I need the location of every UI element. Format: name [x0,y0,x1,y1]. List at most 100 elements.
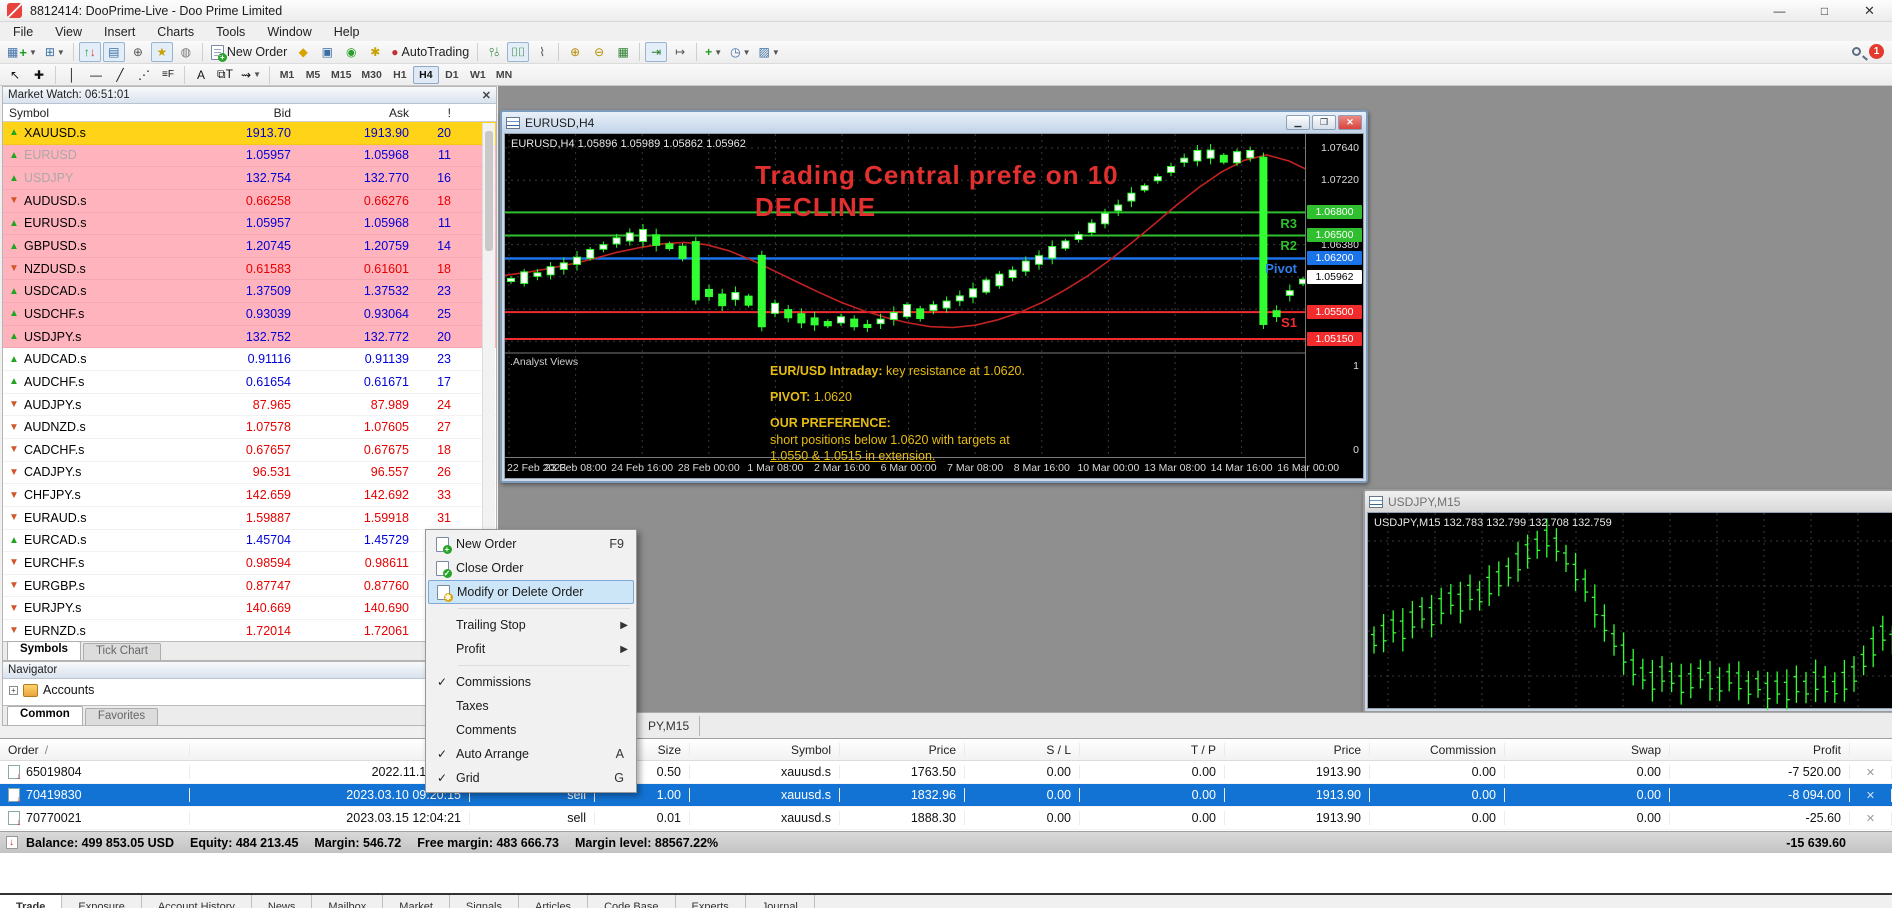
menu-item-grid[interactable]: ✓GridG [428,766,634,790]
line-chart-button[interactable]: ⌇ [531,42,553,62]
bottom-tab-code-base[interactable]: Code Base [588,895,675,908]
bottom-tab-news[interactable]: News [252,895,313,908]
market-watch-row[interactable]: ▼EURJPY.s140.669140.690 [3,597,496,620]
auto-scroll-button[interactable]: ⇥ [645,42,667,62]
terminal-toggle[interactable]: ★ [151,42,173,62]
market-watch-row[interactable]: ▲USDJPY132.754132.77016 [3,167,496,190]
window-minimize-button[interactable]: ▁ [1286,115,1310,130]
candlestick-button[interactable]: ⌷⌷ [507,42,529,62]
data-window-toggle[interactable]: ▤ [103,42,125,62]
market-watch-row[interactable]: ▲USDCAD.s1.375091.3753223 [3,280,496,303]
market-watch-row[interactable]: ▼EURNZD.s1.720141.72061 [3,620,496,643]
zoom-in-button[interactable]: ⊕ [564,42,586,62]
close-order-icon[interactable]: ✕ [1850,766,1892,779]
market-watch-row[interactable]: ▼CADCHF.s0.676570.6767518 [3,439,496,462]
menu-view[interactable]: View [44,23,93,41]
menu-item-auto-arrange[interactable]: ✓Auto ArrangeA [428,742,634,766]
column-price[interactable]: Price [840,743,965,757]
search-icon[interactable] [1852,47,1861,56]
column-price[interactable]: Price [1225,743,1370,757]
chart-window-titlebar[interactable]: EURUSD,H4 ▁ ❒ ✕ [502,112,1366,133]
expand-icon[interactable]: + [9,686,18,695]
close-order-icon[interactable]: ✕ [1850,789,1892,802]
market-watch-titlebar[interactable]: Market Watch: 06:51:01 ✕ [3,87,496,104]
bottom-tab-account-history[interactable]: Account History [142,895,252,908]
vertical-line-tool[interactable]: │ [61,65,83,85]
column-swap[interactable]: Swap [1505,743,1670,757]
market-watch-row[interactable]: ▼AUDJPY.s87.96587.98924 [3,394,496,417]
market-watch-row[interactable]: ▼EURGBP.s0.877470.87760 [3,575,496,598]
menu-tools[interactable]: Tools [205,23,256,41]
window-close-button[interactable]: ✕ [1338,115,1362,130]
column-spread[interactable]: ! [415,106,457,120]
tab-symbols[interactable]: Symbols [7,641,81,660]
column-tp[interactable]: T / P [1080,743,1225,757]
navigator-titlebar[interactable]: Navigator [3,662,496,679]
metaeditor-button[interactable]: ◆ [292,42,314,62]
timeframe-m30[interactable]: M30 [356,66,386,84]
text-tool[interactable]: A [190,65,212,85]
navigator-toggle[interactable]: ⊕ [127,42,149,62]
experts-button[interactable]: ▣ [316,42,338,62]
autotrading-button[interactable]: ● AutoTrading [388,42,472,62]
menu-item-close-order[interactable]: ✓Close Order [428,556,634,580]
cursor-tool[interactable]: ↖ [4,65,26,85]
menu-item-taxes[interactable]: Taxes [428,694,634,718]
timeframe-mn[interactable]: MN [491,66,517,84]
market-watch-toggle[interactable]: ↑↓ [79,42,101,62]
bar-chart-button[interactable]: ⫯⫰ [483,42,505,62]
new-order-button[interactable]: + New Order [208,42,290,62]
market-watch-row[interactable]: ▲GBPUSD.s1.207451.2075914 [3,235,496,258]
channel-tool[interactable]: ⋰ [133,65,155,85]
window-restore-button[interactable]: ❒ [1312,115,1336,130]
strategy-tester-button[interactable]: ◍ [175,42,197,62]
menu-item-modify-or-delete-order[interactable]: ✱Modify or Delete Order [428,580,634,604]
bottom-tab-trade[interactable]: Trade [0,895,62,908]
market-watch-row[interactable]: ▲AUDCAD.s0.911160.9113923 [3,348,496,371]
market-watch-row[interactable]: ▲EURUSD1.059571.0596811 [3,145,496,168]
timeframe-w1[interactable]: W1 [465,66,491,84]
column-symbol[interactable]: Symbol [3,106,179,120]
bottom-tab-market[interactable]: Market [383,895,450,908]
indicators-button[interactable]: +▼ [702,42,725,62]
market-watch-row[interactable]: ▲XAUUSD.s1913.701913.9020 [3,122,496,145]
chart-area-usdjpy[interactable]: USDJPY,M15 132.783 132.799 132.708 132.7… [1367,512,1892,709]
notification-badge[interactable]: 1 [1869,44,1884,59]
menu-help[interactable]: Help [323,23,371,41]
tab-favorites[interactable]: Favorites [85,708,158,725]
market-watch-row[interactable]: ▼AUDNZD.s1.075781.0760527 [3,416,496,439]
menu-item-comments[interactable]: Comments [428,718,634,742]
market-watch-row[interactable]: ▼AUDUSD.s0.662580.6627618 [3,190,496,213]
order-row[interactable]: 707700212023.03.15 12:04:21sell0.01xauus… [0,807,1892,830]
timeframe-m15[interactable]: M15 [326,66,356,84]
arrows-tool[interactable]: ⇝▼ [238,65,264,85]
close-button[interactable]: ✕ [1847,0,1892,22]
column-symbol[interactable]: Symbol [690,743,840,757]
order-row[interactable]: 704198302023.03.10 09:20:15sell1.00xauus… [0,784,1892,807]
column-sl[interactable]: S / L [965,743,1080,757]
market-watch-row[interactable]: ▲AUDCHF.s0.616540.6167117 [3,371,496,394]
minimize-button[interactable]: — [1757,0,1802,22]
tree-item-accounts[interactable]: Accounts [43,683,94,697]
timeframe-h1[interactable]: H1 [387,66,413,84]
timeframe-h4[interactable]: H4 [413,66,439,84]
column-bid[interactable]: Bid [179,106,297,120]
templates-button[interactable]: ▨▼ [756,42,783,62]
trendline-tool[interactable]: ╱ [109,65,131,85]
fibonacci-tool[interactable]: ≡F [157,65,179,85]
periods-button[interactable]: ◷▼ [727,42,753,62]
profiles-button[interactable]: ⊞▼ [42,42,68,62]
scrollbar-thumb[interactable] [485,131,493,251]
maximize-button[interactable]: □ [1802,0,1847,22]
menu-item-trailing-stop[interactable]: Trailing Stop▶ [428,613,634,637]
market-watch-row[interactable]: ▼EURAUD.s1.598871.5991831 [3,507,496,530]
bottom-tab-journal[interactable]: Journal [746,895,815,908]
close-order-icon[interactable]: ✕ [1850,812,1892,825]
tab-usdjpy-m15[interactable]: PY,M15 [638,716,700,736]
bottom-tab-experts[interactable]: Experts [676,895,746,908]
timeframe-m1[interactable]: M1 [274,66,300,84]
zoom-out-button[interactable]: ⊖ [588,42,610,62]
signals-button[interactable]: ◉ [340,42,362,62]
menu-file[interactable]: File [2,23,44,41]
market-watch-row[interactable]: ▼CADJPY.s96.53196.55726 [3,462,496,485]
